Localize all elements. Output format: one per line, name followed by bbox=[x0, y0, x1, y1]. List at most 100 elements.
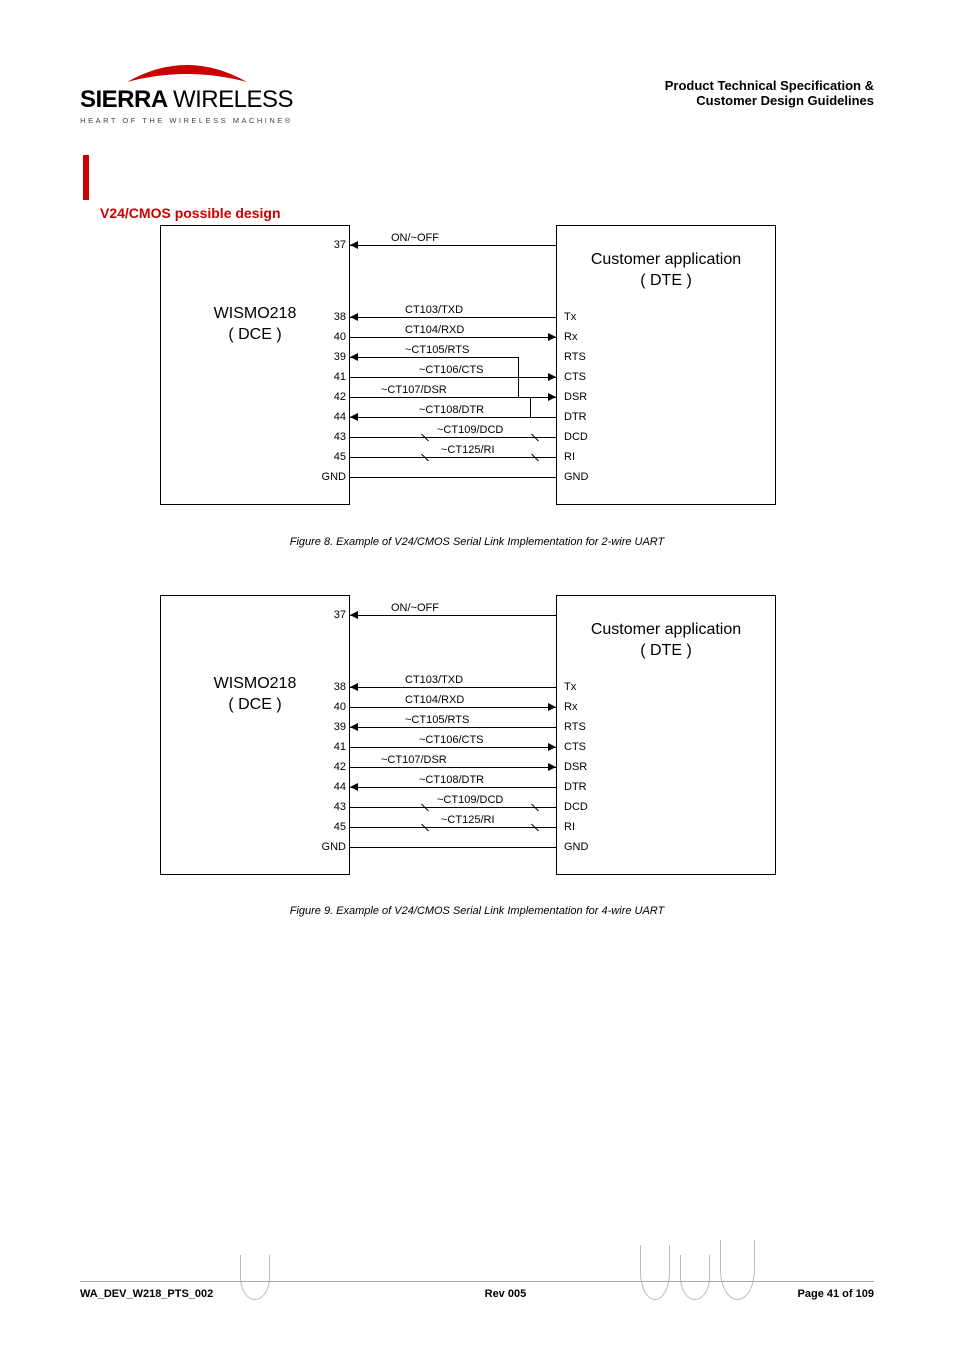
nc-mark-icon bbox=[530, 802, 540, 812]
signal-line bbox=[350, 727, 556, 728]
nc-mark-icon bbox=[420, 822, 430, 832]
dce-pin: 42 bbox=[316, 391, 346, 403]
signal-label: ~CT125/RI bbox=[440, 444, 496, 456]
dte-pin: RI bbox=[564, 821, 575, 833]
dte-box: Customer application( DTE ) bbox=[556, 225, 776, 505]
signal-line bbox=[350, 397, 556, 398]
dte-label: Customer application( DTE ) bbox=[557, 250, 775, 292]
diagram-2wire: WISMO218( DCE ) Customer application( DT… bbox=[160, 225, 776, 505]
nc-mark-icon bbox=[530, 452, 540, 462]
loop-line bbox=[530, 417, 556, 418]
section-heading: V24/CMOS possible design bbox=[100, 205, 281, 221]
dte-pin: DSR bbox=[564, 391, 587, 403]
logo-tagline: HEART OF THE WIRELESS MACHINE® bbox=[80, 116, 293, 125]
signal-label: ~CT107/DSR bbox=[380, 754, 448, 766]
signal-label: ON/~OFF bbox=[390, 602, 440, 614]
signal-label: ~CT107/DSR bbox=[380, 384, 448, 396]
dce-pin: 40 bbox=[316, 331, 346, 343]
signal-label: ~CT105/RTS bbox=[404, 714, 470, 726]
signal-line bbox=[350, 377, 556, 378]
dce-pin: 44 bbox=[316, 411, 346, 423]
dce-pin: 38 bbox=[316, 681, 346, 693]
dte-box: Customer application( DTE ) bbox=[556, 595, 776, 875]
signal-line bbox=[350, 337, 556, 338]
nc-mark-icon bbox=[420, 802, 430, 812]
loop-line bbox=[530, 397, 556, 398]
signal-line bbox=[350, 747, 556, 748]
arrow-left-icon bbox=[350, 723, 358, 731]
signal-label: ~CT109/DCD bbox=[436, 424, 504, 436]
signal-line bbox=[350, 477, 556, 478]
dte-pin: DCD bbox=[564, 431, 588, 443]
dte-pin: RTS bbox=[564, 721, 586, 733]
signal-label: ~CT108/DTR bbox=[418, 404, 485, 416]
dte-pin: DTR bbox=[564, 411, 587, 423]
arrow-left-icon bbox=[350, 241, 358, 249]
footer-doc-id: WA_DEV_W218_PTS_002 bbox=[80, 1288, 213, 1300]
dte-pin: GND bbox=[564, 841, 588, 853]
arrow-right-icon bbox=[548, 743, 556, 751]
dce-pin: 38 bbox=[316, 311, 346, 323]
figure-9-caption: Figure 9. Example of V24/CMOS Serial Lin… bbox=[0, 905, 954, 917]
signal-label: ~CT106/CTS bbox=[418, 364, 485, 376]
dce-pin: 39 bbox=[316, 721, 346, 733]
nc-mark-icon bbox=[530, 432, 540, 442]
dte-pin: DTR bbox=[564, 781, 587, 793]
signal-label: CT103/TXD bbox=[404, 304, 464, 316]
dte-pin: Rx bbox=[564, 331, 577, 343]
dte-pin: GND bbox=[564, 471, 588, 483]
signal-line bbox=[350, 615, 556, 616]
dte-pin: Tx bbox=[564, 311, 576, 323]
arrow-left-icon bbox=[350, 611, 358, 619]
dte-pin: RI bbox=[564, 451, 575, 463]
dce-pin: 45 bbox=[316, 451, 346, 463]
signal-label: ~CT106/CTS bbox=[418, 734, 485, 746]
dce-pin: 41 bbox=[316, 741, 346, 753]
arrow-left-icon bbox=[350, 313, 358, 321]
logo-swoosh-icon bbox=[122, 60, 252, 84]
dte-pin: DSR bbox=[564, 761, 587, 773]
arrow-right-icon bbox=[548, 333, 556, 341]
dce-box: WISMO218( DCE ) bbox=[160, 595, 350, 875]
nc-mark-icon bbox=[420, 452, 430, 462]
dce-pin: GND bbox=[316, 841, 346, 853]
signal-line bbox=[350, 847, 556, 848]
dce-pin: 41 bbox=[316, 371, 346, 383]
signal-line bbox=[350, 245, 556, 246]
arrow-left-icon bbox=[350, 683, 358, 691]
footer-rev: Rev 005 bbox=[485, 1288, 527, 1300]
figure-8-caption: Figure 8. Example of V24/CMOS Serial Lin… bbox=[0, 536, 954, 548]
margin-accent bbox=[83, 155, 89, 200]
loop-line bbox=[530, 397, 531, 417]
dce-pin: 45 bbox=[316, 821, 346, 833]
signal-line bbox=[350, 357, 518, 358]
signal-label: ~CT105/RTS bbox=[404, 344, 470, 356]
dce-pin: 40 bbox=[316, 701, 346, 713]
signal-label: CT104/RXD bbox=[404, 694, 465, 706]
signal-line bbox=[350, 687, 556, 688]
logo-text: SIERRA WIRELESS bbox=[80, 86, 293, 114]
dte-pin: CTS bbox=[564, 371, 586, 383]
arrow-left-icon bbox=[350, 353, 358, 361]
footer-page: Page 41 of 109 bbox=[798, 1288, 874, 1300]
dte-pin: Tx bbox=[564, 681, 576, 693]
page-footer: WA_DEV_W218_PTS_002 Rev 005 Page 41 of 1… bbox=[80, 1281, 874, 1300]
signal-line bbox=[350, 437, 556, 438]
dte-pin: RTS bbox=[564, 351, 586, 363]
signal-line bbox=[350, 807, 556, 808]
dte-pin: Rx bbox=[564, 701, 577, 713]
dce-pin: 39 bbox=[316, 351, 346, 363]
signal-line bbox=[350, 317, 556, 318]
diagram-4wire: WISMO218( DCE ) Customer application( DT… bbox=[160, 595, 776, 875]
dce-pin: GND bbox=[316, 471, 346, 483]
signal-label: ~CT125/RI bbox=[440, 814, 496, 826]
page-header: SIERRA WIRELESS HEART OF THE WIRELESS MA… bbox=[80, 60, 874, 125]
arrow-left-icon bbox=[350, 783, 358, 791]
dce-pin: 37 bbox=[316, 609, 346, 621]
signal-label: ~CT109/DCD bbox=[436, 794, 504, 806]
dte-pin: DCD bbox=[564, 801, 588, 813]
dte-label: Customer application( DTE ) bbox=[557, 620, 775, 662]
signal-line bbox=[350, 787, 556, 788]
signal-line bbox=[350, 417, 530, 418]
dce-pin: 43 bbox=[316, 801, 346, 813]
